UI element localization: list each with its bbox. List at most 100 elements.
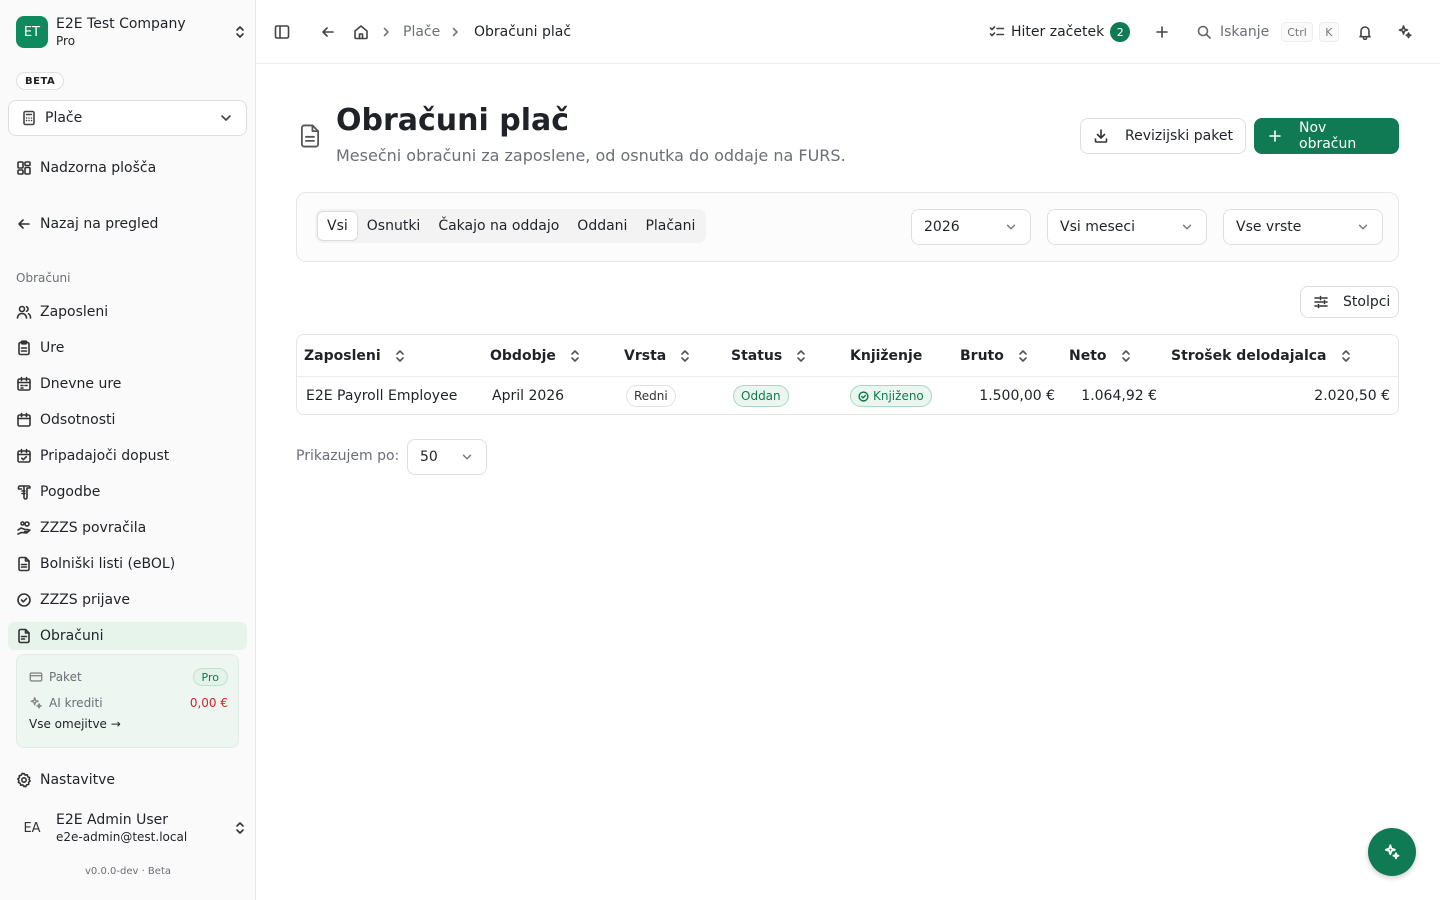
columns-button[interactable]: Stolpci <box>1300 286 1399 318</box>
ai-assistant-button[interactable] <box>1368 828 1416 876</box>
tab-oddani[interactable]: Oddani <box>568 211 636 241</box>
sidebar-item-pripadajoci-dopust[interactable]: Pripadajoči dopust <box>8 442 247 470</box>
type-select-value: Vse vrste <box>1236 219 1302 235</box>
user-avatar: EA <box>23 820 41 836</box>
plus-icon <box>1267 128 1283 144</box>
tab-osnutki[interactable]: Osnutki <box>358 211 430 241</box>
nav-section-label: Obračuni <box>16 271 71 285</box>
shortcut-ctrl: Ctrl <box>1281 22 1313 42</box>
column-header-zaposleni[interactable]: Zaposleni <box>304 335 407 376</box>
tab-cakajo-na-oddajo[interactable]: Čakajo na oddajo <box>429 211 568 241</box>
page-size-value: 50 <box>420 449 438 465</box>
sidebar-item-dnevne-ure[interactable]: Dnevne ure <box>8 370 247 398</box>
circle-check-icon <box>16 592 32 608</box>
gear-icon <box>16 772 32 788</box>
sidebar-item-bolniski-listi[interactable]: Bolniški listi (eBOL) <box>8 550 247 578</box>
plus-icon[interactable] <box>1154 24 1170 40</box>
column-header-label: Obdobje <box>490 347 556 364</box>
sidebar-toggle-icon[interactable] <box>274 24 290 40</box>
sidebar-item-ure[interactable]: Ure <box>8 334 247 362</box>
back-arrow-icon[interactable] <box>320 24 336 40</box>
sparkles-icon <box>29 696 43 710</box>
tab-placani[interactable]: Plačani <box>636 211 704 241</box>
breadcrumb-current: Obračuni plač <box>474 24 572 40</box>
sidebar-item-label: ZZZS povračila <box>40 520 147 536</box>
column-header-neto[interactable]: Neto <box>1069 335 1133 376</box>
sort-icon <box>678 349 692 363</box>
list-checks-icon <box>989 24 1005 40</box>
audit-package-button[interactable]: Revizijski paket <box>1080 118 1246 154</box>
sidebar: ET E2E Test Company Pro BETA Plače Nadzo… <box>0 0 256 900</box>
user-menu[interactable]: EA E2E Admin User e2e-admin@test.local <box>16 808 248 848</box>
chevron-down-icon <box>1004 220 1018 234</box>
bell-icon[interactable] <box>1357 24 1373 40</box>
hand-coins-icon <box>16 520 32 536</box>
plan-package-badge: Pro <box>192 668 228 686</box>
new-payroll-label: Nov obračun <box>1299 120 1357 152</box>
page-subtitle: Mesečni obračuni za zaposlene, od osnutk… <box>336 146 846 165</box>
scroll-icon <box>16 484 32 500</box>
page-title: Obračuni plač <box>336 103 570 138</box>
nav-back[interactable]: Nazaj na pregled <box>8 210 247 238</box>
sidebar-item-label: Odsotnosti <box>40 412 116 428</box>
year-select[interactable]: 2026 <box>911 209 1031 245</box>
download-icon <box>1093 128 1109 144</box>
column-header-status[interactable]: Status <box>731 335 808 376</box>
filter-panel: Vsi Osnutki Čakajo na oddajo Oddani Plač… <box>296 192 1399 262</box>
audit-package-label: Revizijski paket <box>1125 128 1233 144</box>
column-header-strosek-delodajalca[interactable]: Strošek delodajalca <box>1171 335 1353 376</box>
nav-dashboard[interactable]: Nadzorna plošča <box>8 154 247 182</box>
column-header-knjizenje: Knjiženje <box>850 335 922 376</box>
new-payroll-button[interactable]: Nov obračun <box>1254 118 1399 154</box>
calculator-icon <box>21 110 37 126</box>
sidebar-item-zzzs-prijave[interactable]: ZZZS prijave <box>8 586 247 614</box>
month-select[interactable]: Vsi meseci <box>1047 209 1207 245</box>
tab-vsi[interactable]: Vsi <box>317 211 358 241</box>
column-header-obdobje[interactable]: Obdobje <box>490 335 582 376</box>
nav-settings[interactable]: Nastavitve <box>8 766 247 794</box>
sidebar-item-pogodbe[interactable]: Pogodbe <box>8 478 247 506</box>
status-badge: Oddan <box>733 385 789 407</box>
cell-status: Oddan <box>733 377 789 414</box>
all-limits-link[interactable]: Vse omejitve → <box>29 717 121 731</box>
search-button[interactable]: Iskanje Ctrl K <box>1196 20 1339 44</box>
page-size-select[interactable]: 50 <box>407 439 487 475</box>
nav-settings-label: Nastavitve <box>40 772 115 788</box>
home-icon[interactable] <box>353 24 369 40</box>
sparkles-icon[interactable] <box>1397 24 1413 40</box>
file-text-icon <box>297 122 323 150</box>
posting-badge-label: Knjiženo <box>873 389 924 403</box>
credit-card-icon <box>29 670 43 684</box>
breadcrumb-placa[interactable]: Plače <box>403 22 440 42</box>
sidebar-item-label: Dnevne ure <box>40 376 122 392</box>
company-avatar: ET <box>16 16 48 48</box>
search-placeholder: Iskanje <box>1220 24 1270 40</box>
user-name: E2E Admin User <box>56 812 169 828</box>
sidebar-item-obracuni[interactable]: Obračuni <box>8 622 247 650</box>
chevrons-up-down-icon <box>232 820 248 836</box>
module-select[interactable]: Plače <box>8 100 247 136</box>
chevron-right-icon <box>380 26 392 38</box>
quick-start-label: Hiter začetek <box>1011 24 1105 40</box>
column-header-label: Strošek delodajalca <box>1171 347 1327 364</box>
circle-check-icon <box>858 390 869 402</box>
column-header-label: Bruto <box>960 347 1004 364</box>
quick-start-button[interactable]: Hiter začetek 2 <box>989 20 1131 44</box>
sidebar-item-label: Obračuni <box>40 628 104 644</box>
columns-label: Stolpci <box>1343 294 1391 310</box>
sidebar-item-zaposleni[interactable]: Zaposleni <box>8 298 247 326</box>
user-email: e2e-admin@test.local <box>56 830 188 844</box>
sort-icon <box>393 349 407 363</box>
type-select[interactable]: Vse vrste <box>1223 209 1383 245</box>
version-label: v0.0.0-dev · Beta <box>85 866 171 877</box>
column-header-label: Status <box>731 347 783 364</box>
sidebar-item-zzzs-povracila[interactable]: ZZZS povračila <box>8 514 247 542</box>
column-header-vrsta[interactable]: Vrsta <box>624 335 692 376</box>
column-header-bruto[interactable]: Bruto <box>960 335 1030 376</box>
year-select-value: 2026 <box>924 219 960 235</box>
sidebar-item-odsotnosti[interactable]: Odsotnosti <box>8 406 247 434</box>
shortcut-k: K <box>1318 22 1339 42</box>
month-select-value: Vsi meseci <box>1060 219 1135 235</box>
company-name: E2E Test Company <box>56 16 186 32</box>
company-switcher[interactable]: ET E2E Test Company Pro <box>16 14 248 50</box>
